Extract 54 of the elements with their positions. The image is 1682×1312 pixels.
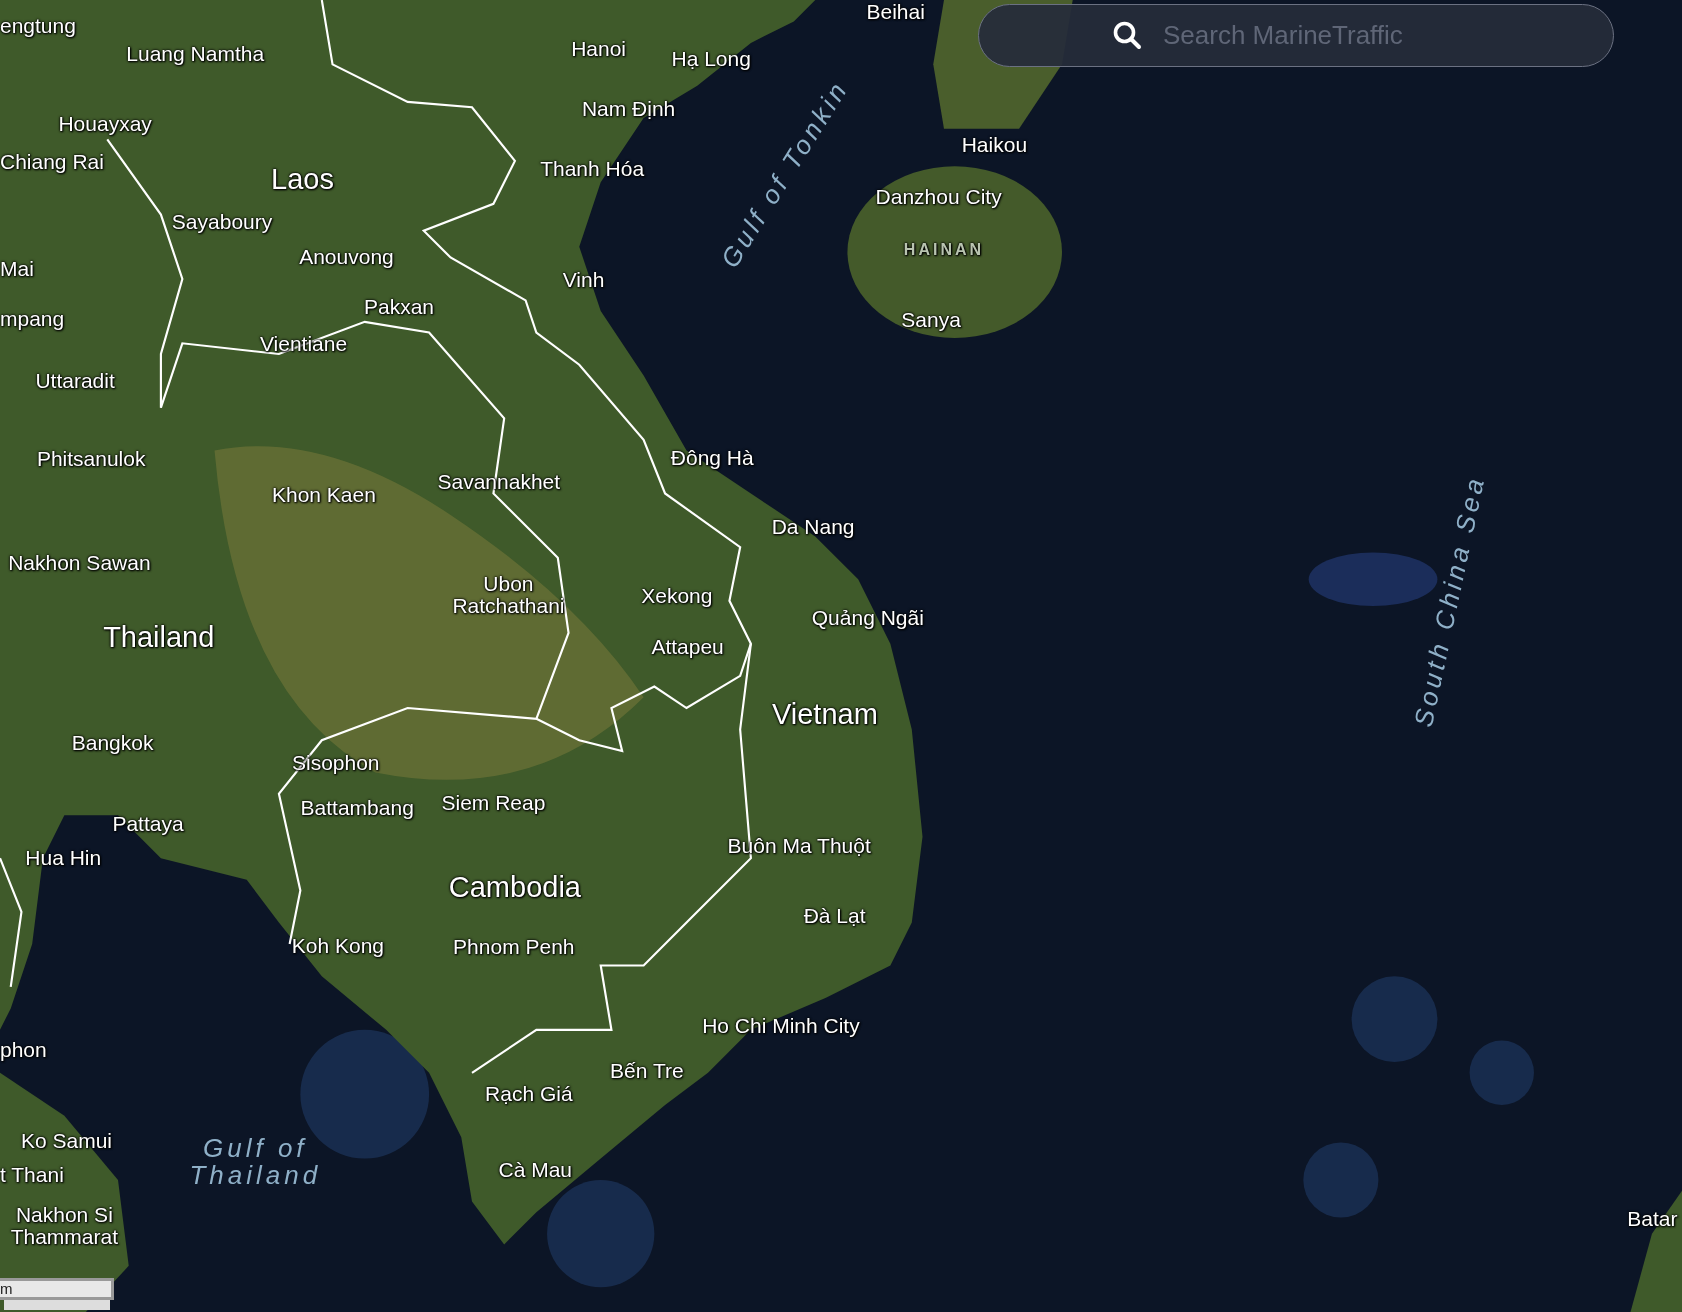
city-label: Thanh Hóa [540,158,645,181]
city-label: Uttaradit [35,369,115,392]
city-label: Houayxay [58,113,152,136]
city-label: Đông Hà [670,447,754,470]
city-label: Koh Kong [291,935,384,958]
city-label: Cà Mau [498,1159,573,1182]
city-label: Bangkok [71,732,154,755]
city-label: Hanoi [571,38,626,61]
city-label: Ubon Ratchathani [451,573,566,618]
city-label: Attapeu [651,635,724,658]
city-label: Danzhou City [875,186,1002,209]
city-label: Da Nang [771,515,855,538]
country-label: Cambodia [448,871,581,903]
city-label: t Thani [0,1163,64,1186]
city-label: Haikou [961,133,1028,156]
city-label: Hua Hin [25,847,102,870]
city-label: Nakhon Sawan [8,552,151,575]
search-field[interactable]: Search MarineTraffic [978,4,1614,67]
city-label: mpang [0,307,65,330]
city-label: engtung [0,14,76,37]
city-label: Phnom Penh [453,936,575,959]
city-label: Ho Chi Minh City [702,1014,860,1037]
city-label: Rạch Giá [485,1083,573,1106]
city-label: Battambang [300,796,414,819]
city-label: Beihai [866,0,925,23]
search-icon[interactable] [1112,20,1142,50]
country-label: Vietnam [771,699,878,730]
city-label: Bến Tre [610,1059,684,1082]
sea-label: Gulf of Thailand [188,1134,323,1190]
city-label: Sanya [901,308,961,331]
city-label: Ko Samui [21,1130,112,1153]
city-label: Vinh [562,268,605,291]
sea-label: South China Sea [1410,472,1491,730]
city-label: phon [0,1039,47,1062]
country-label: Laos [271,163,334,195]
city-label: Batar [1627,1207,1678,1230]
city-label: Pakxan [364,295,435,318]
city-label: Quảng Ngãi [811,606,924,629]
city-label: Nam Định [581,98,676,121]
city-label: Anouvong [299,246,394,269]
city-label: Đà Lạt [803,905,866,928]
city-label: Khon Kaen [272,483,376,506]
city-label: Luang Namtha [126,42,265,65]
city-label: Phitsanulok [36,448,146,471]
city-label: Chiang Rai [0,150,104,173]
region-label: HAINAN [903,241,985,259]
city-label: Siem Reap [441,792,546,815]
city-label: Nakhon Si Thammarat [9,1204,120,1249]
city-label: Xekong [641,585,713,608]
country-label: Thailand [103,621,215,653]
city-label: Sayaboury [171,211,273,234]
city-label: Mai [0,258,34,281]
city-label: Pattaya [112,812,184,835]
city-label: Hạ Long [671,47,751,70]
